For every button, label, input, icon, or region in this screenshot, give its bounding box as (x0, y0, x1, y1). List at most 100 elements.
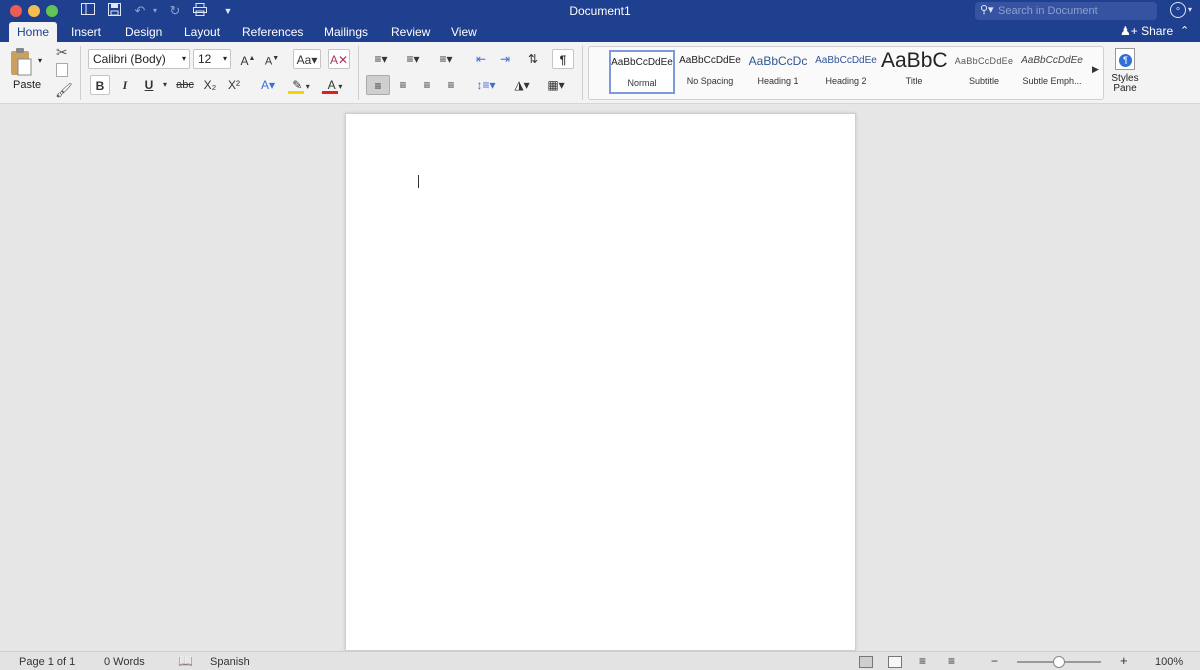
zoom-out-button[interactable]: − (991, 654, 998, 668)
print-icon[interactable] (192, 3, 208, 19)
save-icon[interactable] (106, 3, 122, 19)
close-window-button[interactable] (10, 5, 22, 17)
tab-references[interactable]: References (242, 25, 303, 39)
web-layout-view-icon[interactable] (888, 656, 902, 668)
styles-pane-button[interactable]: ¶ Styles Pane (1108, 48, 1142, 100)
multilevel-list-button[interactable]: ≡▾ (430, 49, 462, 69)
undo-dropdown-icon[interactable]: ▾ (147, 3, 163, 19)
font-color-button[interactable]: A ▾ (320, 75, 350, 95)
style-subtle-emphasis[interactable]: AaBbCcDdEe Subtle Emph... (1019, 50, 1085, 94)
ribbon-separator (358, 46, 359, 100)
outline-view-icon[interactable]: ≡ (919, 654, 926, 668)
font-name-field[interactable]: Calibri (Body) ▾ (88, 49, 190, 69)
sidebar-icon[interactable] (80, 3, 96, 19)
font-size-dropdown-icon[interactable]: ▾ (223, 50, 227, 68)
ribbon-separator (582, 46, 583, 100)
tab-home[interactable]: Home (9, 22, 58, 42)
document-page[interactable] (345, 113, 856, 651)
style-title[interactable]: AaBbC Title (881, 50, 947, 94)
smiley-feedback-icon[interactable]: ∘ (1170, 2, 1186, 18)
proofing-icon[interactable]: 📖 (178, 654, 193, 668)
tab-design[interactable]: Design (125, 25, 162, 39)
tab-mailings[interactable]: Mailings (324, 25, 368, 39)
shading-button[interactable]: ◮▾ (506, 75, 538, 95)
sort-button[interactable]: ⇅ (522, 49, 544, 69)
styles-pane-icon: ¶ (1115, 48, 1135, 70)
text-effects-button[interactable]: A▾ (255, 75, 281, 95)
borders-button[interactable]: ▦▾ (540, 75, 572, 95)
paste-dropdown-icon[interactable]: ▾ (38, 56, 42, 65)
bullets-button[interactable]: ≡▾ (366, 49, 396, 69)
zoom-slider-thumb[interactable] (1053, 656, 1065, 668)
highlight-color-swatch (288, 91, 304, 94)
undo-icon[interactable]: ↶ (132, 3, 148, 19)
page-count[interactable]: Page 1 of 1 (19, 656, 75, 668)
tab-insert[interactable]: Insert (71, 25, 101, 39)
search-box[interactable]: ⚲▾ Search in Document (975, 2, 1157, 20)
superscript-button[interactable]: X² (225, 75, 243, 95)
print-layout-view-icon[interactable] (859, 656, 873, 668)
word-count[interactable]: 0 Words (104, 656, 145, 668)
justify-button[interactable]: ≡ (440, 75, 462, 95)
clear-formatting-icon[interactable]: A✕ (328, 49, 350, 69)
feedback-dropdown-icon[interactable]: ▾ (1188, 5, 1192, 14)
style-heading-2[interactable]: AaBbCcDdEe Heading 2 (813, 50, 879, 94)
style-heading-1[interactable]: AaBbCcDc Heading 1 (745, 50, 811, 94)
add-person-icon: ♟+ (1120, 24, 1138, 38)
minimize-window-button[interactable] (28, 5, 40, 17)
show-formatting-marks-button[interactable]: ¶ (552, 49, 574, 69)
tab-view[interactable]: View (451, 25, 477, 39)
subscript-button[interactable]: X₂ (201, 75, 219, 95)
maximize-window-button[interactable] (46, 5, 58, 17)
redo-icon[interactable]: ↻ (167, 3, 183, 19)
text-cursor (418, 175, 419, 188)
font-name-value: Calibri (Body) (93, 52, 166, 66)
font-size-field[interactable]: 12 ▾ (193, 49, 231, 69)
ribbon-home: ▾ Paste ✂ 🖌 Calibri (Body) ▾ 12 ▾ A▲ A▼ … (0, 42, 1200, 104)
font-color-icon: A (327, 78, 335, 92)
strikethrough-button[interactable]: abc (174, 75, 196, 95)
draft-view-icon[interactable]: ≡ (948, 654, 955, 668)
styles-gallery-more-icon[interactable]: ▶ (1092, 64, 1099, 75)
font-color-swatch (322, 91, 338, 94)
font-size-value: 12 (198, 52, 212, 66)
align-center-button[interactable]: ≡ (392, 75, 414, 95)
zoom-in-button[interactable]: + (1120, 653, 1128, 668)
highlight-color-button[interactable]: ✎ ▾ (286, 75, 316, 95)
customize-toolbar-icon[interactable]: ▼ (220, 3, 236, 19)
paste-button[interactable] (8, 47, 34, 77)
grow-font-button[interactable]: A▲ (238, 49, 258, 69)
copy-icon[interactable] (56, 63, 68, 77)
title-bar: ↶ ▾ ↻ ▼ Document1 ⚲▾ Search in Document … (0, 0, 1200, 22)
underline-dropdown-icon[interactable]: ▾ (160, 75, 170, 95)
cut-icon[interactable]: ✂ (56, 44, 68, 61)
tab-layout[interactable]: Layout (184, 25, 220, 39)
collapse-ribbon-icon[interactable]: ⌃ (1180, 24, 1189, 37)
search-icon: ⚲▾ (980, 4, 994, 16)
font-name-dropdown-icon[interactable]: ▾ (182, 50, 186, 68)
style-normal[interactable]: AaBbCcDdEe Normal (609, 50, 675, 94)
numbering-button[interactable]: ≡▾ (398, 49, 428, 69)
share-label: Share (1141, 24, 1174, 38)
zoom-level[interactable]: 100% (1155, 656, 1183, 668)
bold-button[interactable]: B (90, 75, 110, 95)
ribbon-separator (80, 46, 81, 100)
tab-review[interactable]: Review (391, 25, 430, 39)
change-case-button[interactable]: Aa▾ (293, 49, 321, 69)
increase-indent-button[interactable]: ⇥ (494, 49, 516, 69)
shrink-font-button[interactable]: A▼ (262, 49, 282, 69)
format-painter-icon[interactable]: 🖌 (55, 82, 73, 99)
underline-button[interactable]: U (140, 75, 158, 95)
language[interactable]: Spanish (210, 656, 250, 668)
align-right-button[interactable]: ≡ (416, 75, 438, 95)
share-button[interactable]: ♟+ Share (1120, 24, 1173, 38)
style-no-spacing[interactable]: AaBbCcDdEe No Spacing (677, 50, 743, 94)
align-left-button[interactable]: ≡ (366, 75, 390, 95)
ribbon-tab-bar: Home Insert Design Layout References Mai… (0, 22, 1200, 42)
search-placeholder: Search in Document (998, 5, 1098, 17)
styles-pane-label: Styles Pane (1111, 73, 1139, 94)
decrease-indent-button[interactable]: ⇤ (470, 49, 492, 69)
italic-button[interactable]: I (115, 75, 135, 95)
style-subtitle[interactable]: AaBbCcDdEe Subtitle (951, 50, 1017, 94)
line-spacing-button[interactable]: ↕≡▾ (470, 75, 502, 95)
